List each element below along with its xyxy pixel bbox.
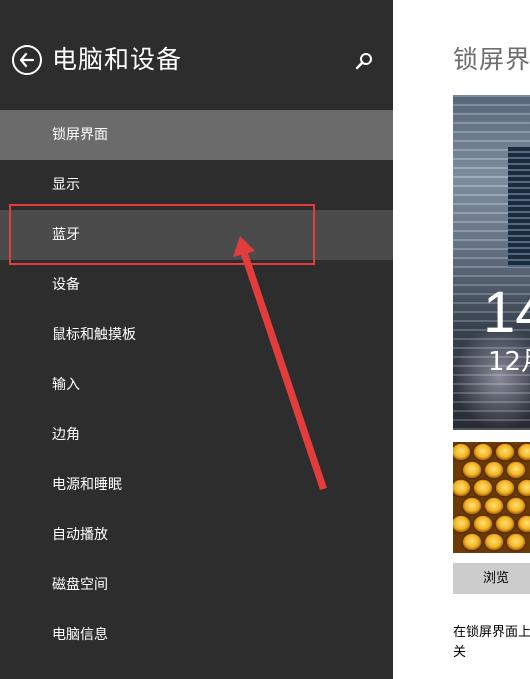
search-icon bbox=[355, 53, 372, 70]
sidebar-item-power-sleep[interactable]: 电源和睡眠 bbox=[0, 460, 393, 510]
honeycomb-image bbox=[453, 442, 530, 553]
sidebar-item-corners[interactable]: 边角 bbox=[0, 410, 393, 460]
preview-time: 14 bbox=[483, 280, 530, 345]
lock-screen-option-text: 在锁屏界面上 关 bbox=[453, 623, 530, 663]
sidebar-item-pc-info[interactable]: 电脑信息 bbox=[0, 610, 393, 660]
page-title: 锁屏界 bbox=[453, 45, 530, 74]
sidebar-item-devices[interactable]: 设备 bbox=[0, 260, 393, 310]
background-thumbnail[interactable] bbox=[453, 442, 530, 553]
search-button[interactable] bbox=[354, 51, 374, 71]
back-arrow-icon bbox=[19, 52, 35, 68]
back-button[interactable] bbox=[12, 45, 42, 75]
content-pane: 锁屏界 14 12月 bbox=[393, 0, 530, 679]
preview-date: 12月 bbox=[488, 347, 530, 377]
sidebar-item-autoplay[interactable]: 自动播放 bbox=[0, 510, 393, 560]
lock-screen-preview: 14 12月 bbox=[453, 95, 530, 430]
sidebar-nav: 锁屏界面 显示 蓝牙 设备 鼠标和触摸板 输入 边角 电源和睡眠 自动播放 磁盘… bbox=[0, 110, 393, 660]
sidebar-item-disk-space[interactable]: 磁盘空间 bbox=[0, 560, 393, 610]
sidebar-item-mouse-touchpad[interactable]: 鼠标和触摸板 bbox=[0, 310, 393, 360]
sidebar-item-lock-screen[interactable]: 锁屏界面 bbox=[0, 110, 393, 160]
browse-button[interactable]: 浏览 bbox=[453, 563, 530, 594]
sidebar-item-typing[interactable]: 输入 bbox=[0, 360, 393, 410]
sidebar-header: 电脑和设备 bbox=[0, 0, 393, 110]
lock-screen-option-line1: 在锁屏界面上 bbox=[453, 625, 530, 640]
preview-building bbox=[508, 147, 530, 267]
lock-screen-option-line2: 关 bbox=[453, 645, 467, 660]
sidebar-item-display[interactable]: 显示 bbox=[0, 160, 393, 210]
sidebar: 电脑和设备 锁屏界面 显示 蓝牙 设备 鼠标和触摸板 输入 边角 电源和睡眠 自… bbox=[0, 0, 393, 679]
sidebar-title: 电脑和设备 bbox=[52, 45, 183, 74]
sidebar-item-bluetooth[interactable]: 蓝牙 bbox=[0, 210, 393, 260]
